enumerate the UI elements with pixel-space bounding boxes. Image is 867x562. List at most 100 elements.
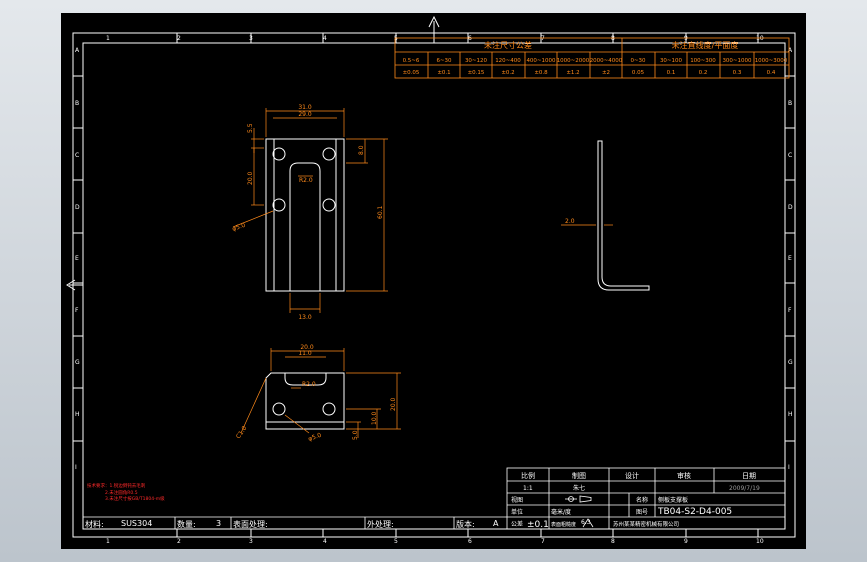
tb-header-designer: 设计 [625, 471, 639, 480]
tol-range: 0~30 [630, 58, 646, 64]
dim-bottom-right-b: 20.0 [390, 397, 397, 411]
tol-value: ±0.2 [501, 70, 514, 76]
tol-right-title: 未注直线度/平面度 [672, 40, 739, 50]
row-label-E: E [75, 255, 79, 262]
dim-front-top-inner: 29.0 [298, 111, 312, 118]
tol-range: 6~30 [436, 58, 452, 64]
tb-header-date: 日期 [742, 472, 756, 480]
side-profile [597, 140, 650, 291]
tol-range: 30~120 [465, 58, 488, 64]
front-hole [322, 147, 336, 161]
tol-value: ±0.8 [534, 70, 548, 76]
tb-scale-value: 1:1 [523, 485, 533, 492]
front-outline [265, 138, 345, 292]
tol-value: 0.2 [699, 70, 708, 76]
row-label-G: G [75, 359, 80, 366]
col-label-3: 3 [249, 35, 253, 42]
front-hole [272, 198, 286, 212]
dim-bottom-chamfer: C1.0 [235, 425, 249, 440]
dim-bottom-hole: φ5.0 [307, 432, 322, 443]
tb-unit-value: 毫米/度 [551, 508, 571, 516]
dim-bottom-top-inner: 11.0 [298, 350, 312, 357]
tol-range: 100~300 [690, 58, 716, 64]
rev-value: A [493, 519, 499, 528]
row-label-F: F [75, 307, 79, 314]
tb-name-value: 侧板支撑板 [658, 496, 688, 504]
dim-front-right-total: 60.1 [377, 205, 384, 219]
tb-header-drafter: 制图 [572, 471, 586, 480]
material-label: 材料: [85, 519, 104, 529]
row-label-right-H: H [788, 411, 793, 418]
material-value: SUS304 [121, 519, 152, 528]
note-line: 技术要求：1.锐边倒钝去毛刺 [87, 482, 146, 489]
tol-value: 0.05 [632, 70, 645, 76]
dim-front-right-small: 8.0 [358, 145, 365, 155]
col-label-7: 7 [541, 35, 545, 42]
tolerance-table: 未注尺寸公差 未注直线度/平面度 0.5~6 6~30 30~120 120~4… [394, 37, 790, 79]
dim-side-thickness: 2.0 [565, 218, 575, 225]
dim-front-left-small: 5.5 [247, 123, 254, 133]
tol-value: 0.4 [767, 70, 776, 76]
tb-date-value: 2009/7/19 [729, 485, 760, 492]
dim-front-hole: φ5.0 [231, 222, 246, 233]
col-label-6: 6 [468, 35, 472, 42]
col-label-8: 8 [611, 35, 615, 42]
row-label-right-C: C [788, 152, 792, 159]
front-hole [272, 147, 286, 161]
tb-drafter-value: 朱七 [573, 484, 585, 492]
tol-value: 0.3 [733, 70, 742, 76]
col-label-bottom-8: 8 [611, 538, 615, 545]
tol-range: 120~400 [495, 58, 521, 64]
tol-left-title: 未注尺寸公差 [484, 40, 532, 50]
bottom-hole [272, 402, 286, 416]
col-label-10: 10 [756, 35, 764, 42]
tb-header-scale: 比例 [521, 471, 535, 480]
tb-unit-label: 单位 [511, 508, 523, 516]
tol-range: 1000~2000 [557, 58, 590, 64]
dim-front-bottom: 13.0 [298, 314, 312, 321]
col-label-bottom-5: 5 [394, 538, 398, 545]
tb-drawing-no-value: TB04-S2-D4-005 [657, 507, 732, 517]
row-label-A: A [75, 47, 80, 54]
tol-range: 0.5~6 [403, 58, 420, 64]
dim-bottom-right-a: 10.0 [371, 411, 378, 425]
tb-company: 苏州某某精密机械有限公司 [613, 520, 679, 528]
row-label-C: C [75, 152, 79, 159]
row-label-right-I: I [788, 464, 790, 471]
tol-value: ±1.2 [566, 70, 579, 76]
drawing-canvas: 1 2 3 4 5 6 7 8 9 10 1 2 3 4 5 6 7 8 9 1… [61, 13, 806, 549]
col-label-bottom-4: 4 [323, 538, 327, 545]
tol-value: ±0.1 [437, 70, 450, 76]
tb-tolerance-label: 公差 [511, 520, 523, 528]
qty-value: 3 [216, 519, 221, 528]
dim-bottom-radius: R2.0 [302, 381, 316, 388]
tb-drawing-no-label: 图号 [636, 509, 648, 516]
drawing-border [66, 15, 796, 538]
col-label-bottom-3: 3 [249, 538, 253, 545]
tb-name-label: 名称 [636, 496, 648, 504]
note-line: 3.未注尺寸按GB/T1804-m级 [105, 495, 165, 502]
side-view: 2.0 [561, 140, 650, 291]
tb-roughness-label: 表面粗糙度 [551, 521, 576, 528]
col-label-4: 4 [323, 35, 327, 42]
col-label-bottom-7: 7 [541, 538, 545, 545]
dim-bottom-right-small: 5.0 [352, 430, 359, 440]
outer-border [72, 32, 796, 538]
row-label-right-G: G [788, 359, 793, 366]
dim-front-top-outer: 31.0 [298, 104, 312, 111]
front-view: 31.0 29.0 5.5 20.0 8.0 60.1 13.0 R2.0 φ5… [231, 104, 388, 321]
title-block: 比例 制图 设计 审核 日期 1:1 朱七 2009/7/19 视图 名称 侧板… [506, 467, 786, 530]
surface-label: 表面处理: [233, 519, 268, 529]
row-label-D: D [75, 204, 80, 211]
col-label-bottom-9: 9 [684, 538, 688, 545]
tol-range: 2000~4000 [590, 58, 623, 64]
tol-value: ±2 [602, 70, 610, 76]
tol-range: 1000~3000 [755, 58, 788, 64]
material-strip: 材料: SUS304 数量: 3 表面处理: 外处理: 版本: A [83, 516, 507, 529]
qty-label: 数量: [177, 519, 196, 529]
row-label-H: H [75, 411, 80, 418]
row-label-B: B [75, 100, 79, 107]
row-label-right-F: F [788, 307, 792, 314]
rev-label: 版本: [456, 519, 475, 529]
dim-front-radius: R2.0 [299, 177, 313, 184]
